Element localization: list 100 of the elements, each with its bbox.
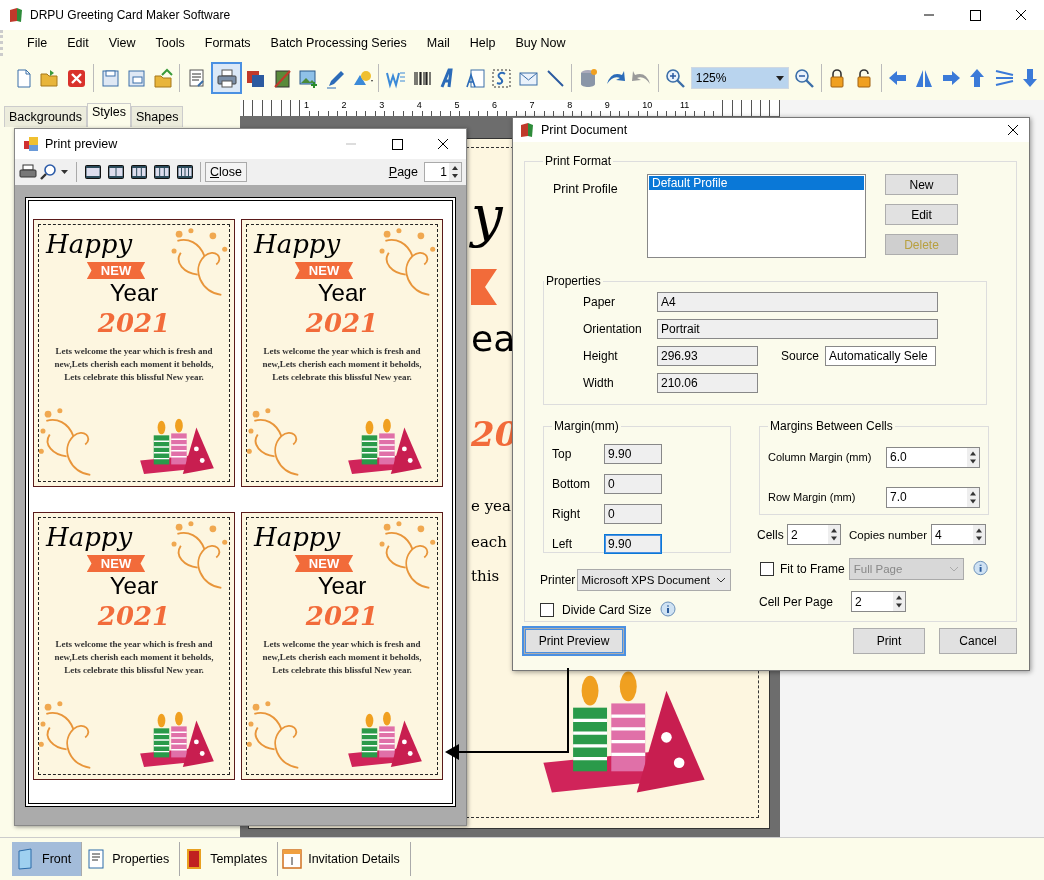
checkbox[interactable] — [540, 603, 554, 617]
card-text: ea — [471, 319, 516, 359]
app-logo-icon — [8, 7, 24, 23]
printer-icon[interactable] — [19, 163, 37, 181]
six-pages-icon[interactable] — [176, 165, 193, 179]
info-icon[interactable] — [971, 560, 989, 578]
app-logo-icon — [519, 122, 535, 138]
save-icon — [99, 67, 121, 89]
close-icon[interactable] — [1007, 124, 1019, 136]
copies-spinner[interactable]: 4 — [931, 524, 986, 545]
margin-field[interactable]: 9.90 — [604, 534, 662, 554]
card-message: new,Lets cherish each moment it beholds, — [54, 651, 214, 664]
printer-button[interactable] — [210, 62, 242, 94]
group-label: Margin(mm) — [553, 419, 620, 433]
checkbox[interactable] — [760, 562, 774, 576]
menu-item[interactable]: File — [17, 36, 58, 50]
field-label: Left — [552, 537, 573, 551]
margin-field[interactable]: 0 — [604, 504, 662, 524]
spinner-arrows-icon[interactable] — [449, 163, 461, 181]
panel-tab[interactable]: Backgrounds — [4, 106, 87, 127]
candle-drawing — [361, 420, 378, 465]
print-preview-button[interactable]: Print Preview — [524, 628, 624, 654]
list-item[interactable]: Default Profile — [649, 176, 864, 190]
two-pages-icon[interactable] — [107, 165, 124, 179]
three-pages-icon[interactable] — [130, 165, 147, 179]
spinner-arrows-icon[interactable] — [967, 447, 979, 467]
cancel-button[interactable]: Cancel — [939, 628, 1017, 654]
field-label: Right — [552, 507, 581, 521]
field-label: Source — [781, 348, 820, 363]
profile-list[interactable]: Default Profile — [647, 174, 866, 258]
menu-item[interactable]: Help — [459, 36, 506, 50]
image-crop-icon — [271, 67, 293, 89]
party-hat-drawing — [182, 427, 214, 475]
add-image-icon — [298, 67, 320, 89]
invitation-details-icon — [282, 848, 303, 870]
menu-item[interactable]: Buy Now — [505, 36, 576, 50]
spinner-arrows-icon[interactable] — [828, 525, 840, 544]
width-field[interactable]: 210.06 — [657, 372, 758, 393]
text-box-icon — [464, 67, 486, 89]
field-label: Bottom — [552, 477, 591, 491]
bottom-tab[interactable]: Front — [12, 842, 83, 876]
group-label: Print Format — [544, 154, 612, 168]
chevron-icon — [716, 577, 726, 583]
menu-item[interactable]: Batch Processing Series — [260, 36, 417, 50]
print-button[interactable]: Print — [853, 628, 925, 654]
bottom-tab[interactable]: Templates — [180, 842, 279, 876]
candle-drawing — [378, 418, 396, 465]
field-label: Orientation — [583, 321, 643, 336]
margin-field[interactable]: 0 — [604, 474, 662, 494]
preview-icon — [23, 136, 39, 152]
card-text: e yea — [471, 497, 511, 515]
search-icon[interactable] — [40, 163, 58, 181]
height-field[interactable]: 296.93 — [657, 345, 758, 366]
line-icon — [544, 67, 566, 89]
paper-field[interactable]: A4 — [657, 291, 938, 312]
source-field[interactable]: Automatically Sele — [825, 345, 937, 366]
field-label: Column Margin (mm) — [768, 451, 872, 463]
menu-item[interactable]: View — [98, 36, 146, 50]
card-message: Lets celebrate this blissful New year. — [272, 371, 412, 384]
card-title: Year — [317, 572, 367, 600]
close-button[interactable]: Close — [205, 162, 247, 182]
zoom-dropdown[interactable]: 125% — [690, 67, 789, 89]
cells-spinner[interactable]: 2 — [787, 524, 841, 545]
field-label: Cells — [757, 527, 785, 542]
window-title: DRPU Greeting Card Maker Software — [30, 8, 231, 22]
cell-per-page-spinner[interactable]: 2 — [851, 591, 906, 612]
one-page-icon[interactable] — [84, 165, 101, 179]
panel-tab[interactable]: Shapes — [131, 106, 184, 127]
card-text: this — [471, 567, 500, 585]
orientation-field[interactable]: Portrait — [657, 318, 938, 339]
profile-button[interactable]: Edit — [885, 204, 958, 225]
card-year: 2021 — [97, 600, 171, 632]
bottom-tab[interactable]: Invitation Details — [278, 842, 411, 876]
menu-item[interactable]: Formats — [194, 36, 261, 50]
new-ribbon: NEW — [294, 262, 354, 279]
menu-item[interactable]: Edit — [57, 36, 99, 50]
profile-button[interactable]: New — [885, 174, 958, 195]
new-ribbon: NEW — [294, 555, 354, 572]
export-folder-icon — [152, 67, 174, 89]
spinner-arrows-icon[interactable] — [893, 592, 905, 611]
four-pages-icon[interactable] — [153, 165, 170, 179]
card-greeting: Happy — [46, 521, 133, 553]
field-label: Width — [583, 375, 615, 390]
caret-icon[interactable] — [61, 170, 68, 174]
page-spinner[interactable]: 1 — [424, 162, 462, 182]
spinner-arrows-icon[interactable] — [973, 525, 985, 544]
spinner-arrows-icon[interactable] — [967, 487, 979, 507]
card-year: 2021 — [97, 307, 171, 339]
info-icon[interactable] — [659, 601, 678, 619]
menu-item[interactable]: Mail — [416, 36, 460, 50]
card-year: 2021 — [305, 600, 379, 632]
margin-field[interactable]: 9.90 — [604, 444, 662, 464]
panel-tab[interactable]: Styles — [86, 103, 131, 127]
close-icon — [65, 67, 87, 89]
printer-dropdown[interactable]: Microsoft XPS Document — [576, 569, 731, 591]
bottom-tab[interactable]: Properties — [82, 842, 181, 876]
menu-item[interactable]: Tools — [145, 36, 195, 50]
margin-spinner[interactable]: 7.0 — [886, 486, 980, 508]
margin-spinner[interactable]: 6.0 — [886, 446, 980, 468]
party-hat-drawing — [390, 720, 422, 768]
